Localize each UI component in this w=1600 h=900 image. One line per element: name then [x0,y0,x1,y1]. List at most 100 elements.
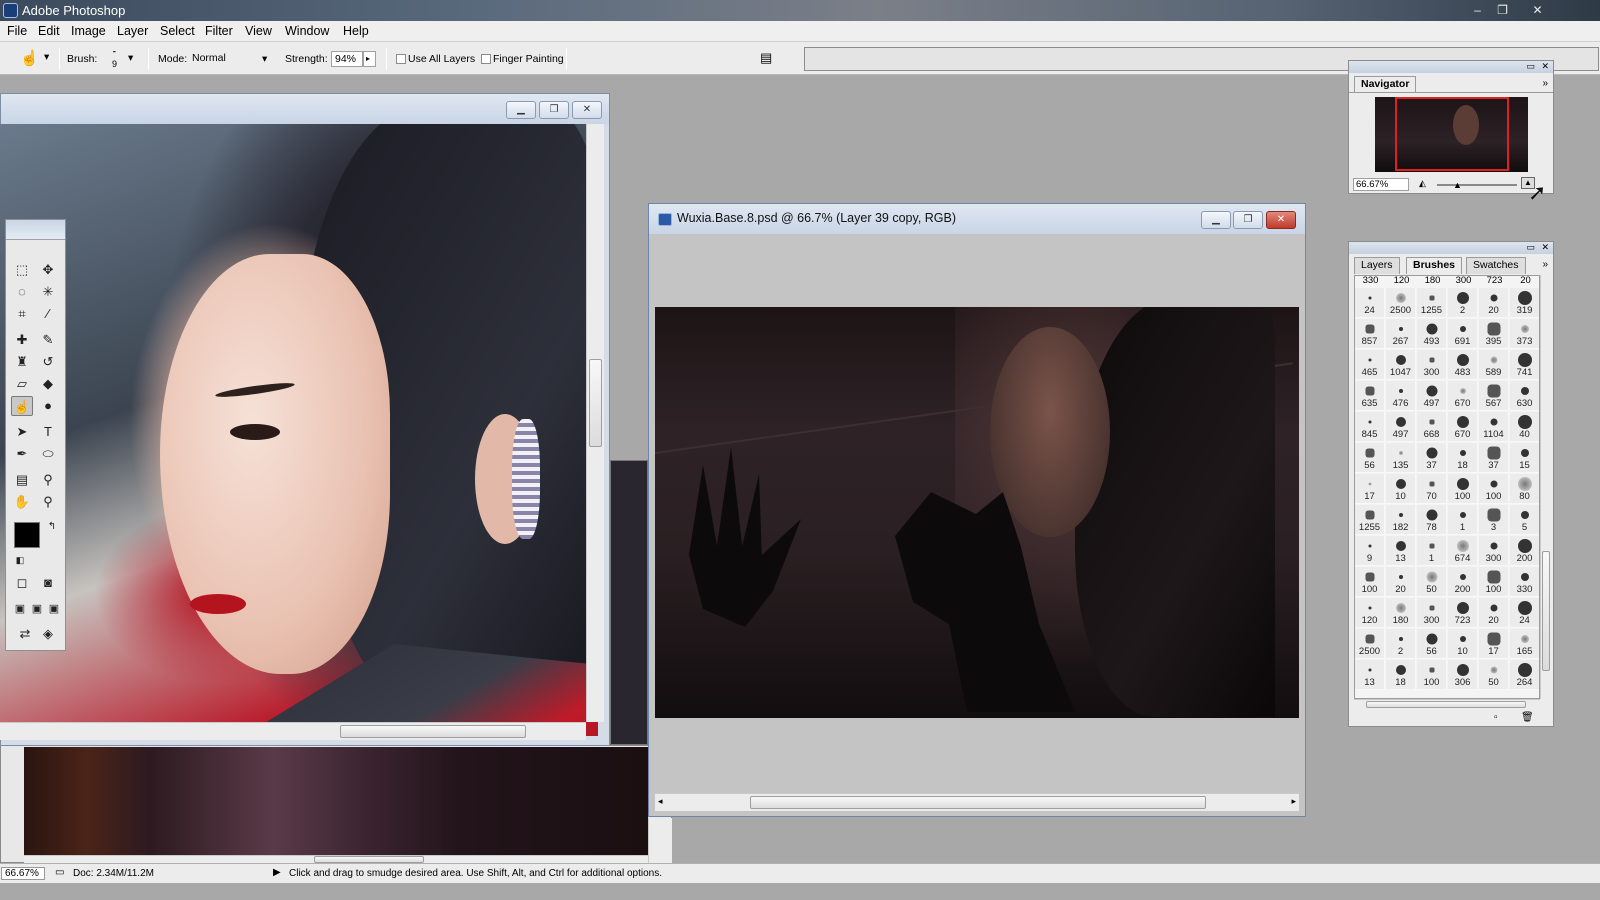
brush-preview-icon[interactable]: ⁃ [112,47,117,58]
brush-preset[interactable]: 476 [1386,381,1416,411]
brush-preset[interactable]: 2 [1448,288,1478,318]
menu-file[interactable]: File [7,24,27,38]
status-menu-arrow-icon[interactable]: ▶ [273,867,281,878]
brush-preset[interactable]: 1047 [1386,350,1416,380]
menu-window[interactable]: Window [285,24,329,38]
lasso-tool-icon[interactable]: ◌ [11,282,33,302]
hand-tool-icon[interactable]: ✋ [11,492,33,512]
brush-preset[interactable]: 857 [1355,319,1385,349]
tab-swatches[interactable]: Swatches [1466,257,1526,274]
brush-preset[interactable]: 10 [1386,474,1416,504]
brush-preset[interactable]: 691 [1448,319,1478,349]
foreground-color-swatch[interactable] [14,522,40,548]
main-doc-maximize-button[interactable]: ❐ [1233,211,1263,229]
mode-chevron-icon[interactable]: ▾ [262,53,267,65]
finger-painting-checkbox[interactable] [481,54,491,64]
brush-preset[interactable]: 56 [1417,629,1447,659]
brush-preset[interactable]: 668 [1417,412,1447,442]
tab-navigator[interactable]: Navigator [1354,76,1417,93]
crop-tool-icon[interactable]: ⌗ [11,304,33,324]
main-document-canvas[interactable] [655,307,1299,718]
brushes-hscroll[interactable] [1354,699,1540,709]
slice-tool-icon[interactable]: ⁄ [37,304,59,324]
brush-preset[interactable]: 395 [1479,319,1509,349]
brush-preset[interactable]: 483 [1448,350,1478,380]
navigator-panel-header[interactable] [1349,61,1553,73]
notes-tool-icon[interactable]: ▤ [11,470,33,490]
brush-preset[interactable]: 9 [1355,536,1385,566]
brush-preset[interactable]: 670 [1448,412,1478,442]
quick-mask-mode-icon[interactable]: ◙ [37,573,59,593]
panel-menu-icon[interactable]: » [1542,78,1548,89]
brush-preset[interactable]: 5 [1510,505,1539,535]
brush-preset[interactable]: 165 [1510,629,1539,659]
brush-preset[interactable]: 100 [1479,474,1509,504]
brush-preset[interactable]: 300 [1417,350,1447,380]
brush-preset[interactable]: 100 [1448,474,1478,504]
brush-preset[interactable]: 2 [1386,629,1416,659]
brush-preset[interactable]: 18 [1386,660,1416,690]
palette-toggle-icon[interactable]: ▤ [760,50,772,66]
brush-preset[interactable]: 330 [1510,567,1539,597]
brush-preset[interactable]: 465 [1355,350,1385,380]
brush-preset[interactable]: 3 [1479,505,1509,535]
brush-preset[interactable]: 200 [1448,567,1478,597]
brush-top-size[interactable]: 120 [1386,276,1417,286]
zoom-slider[interactable] [1437,184,1517,186]
brush-preset[interactable]: 50 [1417,567,1447,597]
tab-layers[interactable]: Layers [1354,257,1400,274]
restore-button[interactable]: ❐ [1490,2,1515,18]
left-doc-vscroll[interactable] [586,124,604,722]
pen-tool-icon[interactable]: ✒ [11,444,33,464]
standard-mode-icon[interactable]: ◻ [11,573,33,593]
background-doc-vscroll[interactable] [648,818,672,863]
main-doc-close-button[interactable]: ✕ [1266,211,1296,229]
brush-preset[interactable]: 40 [1510,412,1539,442]
move-tool-icon[interactable]: ✥ [37,260,59,280]
brush-preset[interactable]: 37 [1417,443,1447,473]
brush-preset[interactable]: 18 [1448,443,1478,473]
scroll-thumb[interactable] [340,725,526,738]
minimize-button[interactable]: – [1465,2,1490,18]
main-doc-minimize-button[interactable]: ▁ [1201,211,1231,229]
brushes-vscroll[interactable] [1540,275,1551,699]
brush-preset[interactable]: 200 [1510,536,1539,566]
use-all-layers-checkbox[interactable] [396,54,406,64]
brush-preset[interactable]: 100 [1479,567,1509,597]
menu-select[interactable]: Select [160,24,195,38]
brush-preset[interactable]: 493 [1417,319,1447,349]
hidden-document-window[interactable] [610,460,648,745]
brush-preset[interactable]: 845 [1355,412,1385,442]
brush-preset[interactable]: 15 [1510,443,1539,473]
brush-preset[interactable]: 630 [1510,381,1539,411]
menu-image[interactable]: Image [71,24,106,38]
toolbox-header[interactable] [6,220,65,240]
tab-brushes[interactable]: Brushes [1406,257,1463,274]
brush-preset[interactable]: 10 [1448,629,1478,659]
brush-top-size[interactable]: 180 [1417,276,1448,286]
brush-preset[interactable]: 589 [1479,350,1509,380]
brush-preset[interactable]: 20 [1386,567,1416,597]
brush-preset[interactable]: 17 [1479,629,1509,659]
brush-preset[interactable]: 182 [1386,505,1416,535]
panel-close-icon[interactable]: ✕ [1541,61,1549,72]
mode-select[interactable]: Normal [189,51,273,67]
dodge-tool-icon[interactable]: ● [37,396,59,416]
smudge-tool-icon[interactable]: ☝ [20,49,39,67]
brush-preset[interactable]: 497 [1386,412,1416,442]
history-brush-tool-icon[interactable]: ↺ [37,352,59,372]
brush-preset[interactable]: 13 [1386,536,1416,566]
marquee-tool-icon[interactable]: ⬚ [11,260,33,280]
eraser-tool-icon[interactable]: ▱ [11,374,33,394]
brush-preset[interactable]: 24 [1355,288,1385,318]
brush-preset[interactable]: 670 [1448,381,1478,411]
menu-filter[interactable]: Filter [205,24,233,38]
brush-tool-icon[interactable]: ✎ [37,330,59,350]
tool-preset-chevron-icon[interactable]: ▾ [44,51,49,63]
brush-preset[interactable]: 319 [1510,288,1539,318]
brush-preset[interactable]: 264 [1510,660,1539,690]
new-brush-icon[interactable]: ▫ [1494,712,1498,723]
swap-colors-icon[interactable]: ↰ [41,517,63,537]
jump-to-imageready-icon[interactable]: ⇄ [14,624,36,644]
brush-top-size[interactable]: 20 [1510,276,1539,286]
